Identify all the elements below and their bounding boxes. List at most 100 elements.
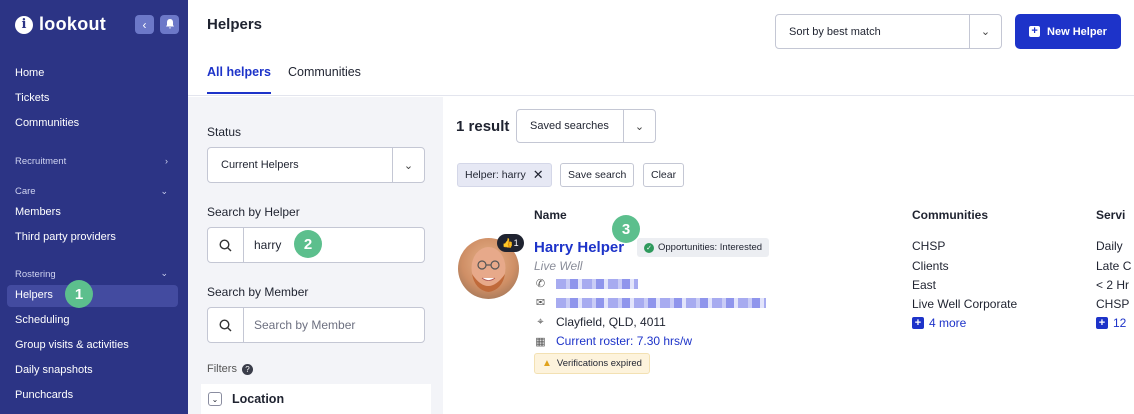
chevron-down-icon[interactable]: ⌄ (392, 148, 424, 182)
logo-text: lookout (39, 14, 107, 34)
plus-icon: + (1096, 317, 1108, 329)
sort-select-label: Sort by best match (789, 25, 881, 38)
filters-label: Filters (207, 363, 237, 375)
sidebar-section-rostering[interactable]: Rostering (15, 269, 56, 280)
helper-organisation: Live Well (534, 259, 583, 273)
sidebar-item-scheduling[interactable]: Scheduling (15, 314, 69, 326)
service-cell: < 2 Hr (1096, 278, 1130, 292)
community-cell: East (912, 278, 937, 292)
chevron-down-icon[interactable]: ⌄ (160, 268, 168, 279)
location-filter[interactable]: ⌄ Location (201, 384, 431, 414)
recommendation-badge: 👍 1 (497, 234, 524, 252)
status-text: Opportunities: Interested (658, 242, 763, 253)
search-icon (208, 228, 244, 262)
sidebar: i lookout ‹ Home Tickets Communities Rec… (0, 0, 188, 414)
annotation-badge-2: 2 (294, 230, 322, 258)
sidebar-item-tickets[interactable]: Tickets (15, 92, 49, 104)
column-header-communities[interactable]: Communities (912, 208, 988, 222)
communities-more-label: 4 more (929, 316, 967, 330)
service-cell: CHSP (1096, 297, 1130, 311)
status-label: Status (207, 125, 242, 139)
mail-icon: ✉ (535, 297, 546, 309)
helper-address-text: Clayfield, QLD, 4011 (556, 315, 666, 329)
plus-icon: + (912, 317, 924, 329)
chevron-down-icon[interactable]: ⌄ (208, 392, 222, 406)
sidebar-item-helpers[interactable]: Helpers (15, 289, 53, 301)
status-select[interactable]: Current Helpers ⌄ (207, 147, 425, 183)
tab-communities[interactable]: Communities (288, 65, 361, 79)
tab-all-helpers[interactable]: All helpers (207, 65, 271, 94)
search-helper-value: harry (254, 238, 282, 252)
filters-heading: Filters ? (207, 363, 253, 375)
sidebar-item-members[interactable]: Members (15, 206, 61, 218)
sort-select[interactable]: Sort by best match ⌄ (775, 14, 1002, 49)
services-more-link[interactable]: + 12 (1096, 316, 1126, 330)
chevron-right-icon[interactable]: › (165, 156, 168, 166)
warning-icon: ▲ (542, 358, 552, 369)
search-helper-label: Search by Helper (207, 205, 300, 219)
new-helper-label: New Helper (1047, 25, 1107, 38)
search-member-label: Search by Member (207, 285, 309, 299)
annotation-badge-1: 1 (65, 280, 93, 308)
chevron-down-icon[interactable]: ⌄ (969, 15, 1001, 48)
calendar-icon: ▦ (535, 335, 546, 348)
service-cell: Late C (1096, 259, 1132, 273)
sidebar-item-group-visits[interactable]: Group visits & activities (15, 339, 129, 351)
helper-email: ✉ (534, 296, 766, 309)
current-roster-link[interactable]: Current roster: 7.30 hrs/w (556, 334, 692, 348)
close-icon[interactable]: ✕ (533, 167, 544, 183)
sidebar-section-care[interactable]: Care (15, 186, 36, 197)
new-helper-button[interactable]: + New Helper (1015, 14, 1121, 49)
sidebar-item-communities[interactable]: Communities (15, 117, 79, 129)
check-icon: ✓ (644, 242, 654, 253)
logo-icon: i (15, 15, 33, 34)
search-member-input[interactable]: Search by Member (207, 307, 425, 343)
helper-name-link[interactable]: Harry Helper (534, 239, 624, 256)
communities-more-link[interactable]: + 4 more (912, 316, 966, 330)
saved-searches-label: Saved searches (530, 120, 609, 132)
search-icon (208, 308, 244, 342)
redacted-phone (556, 278, 638, 289)
community-cell: Live Well Corporate (912, 297, 1018, 311)
services-more-label: 12 (1113, 316, 1127, 330)
helper-roster: ▦ Current roster: 7.30 hrs/w (534, 334, 692, 348)
plus-icon: + (1029, 26, 1041, 37)
verification-badge: ▲ Verifications expired (534, 353, 650, 374)
filter-chip-label: Helper: harry (465, 169, 526, 181)
chevron-left-icon[interactable]: ‹ (135, 15, 154, 34)
status-badge: ✓ Opportunities: Interested (637, 238, 770, 257)
column-header-services[interactable]: Servi (1096, 208, 1125, 222)
community-cell: Clients (912, 259, 949, 273)
sidebar-item-home[interactable]: Home (15, 67, 44, 79)
logo[interactable]: i lookout (15, 14, 106, 35)
save-search-button[interactable]: Save search (560, 163, 635, 187)
results-panel: 1 result Saved searches ⌄ Helper: harry … (443, 97, 1134, 414)
sidebar-item-daily-snapshots[interactable]: Daily snapshots (15, 364, 93, 376)
verification-text: Verifications expired (556, 358, 642, 369)
annotation-badge-3: 3 (612, 215, 640, 243)
chevron-down-icon[interactable]: ⌄ (160, 186, 168, 197)
location-pin-icon: ⌖ (537, 315, 544, 328)
chevron-down-icon[interactable]: ⌄ (623, 110, 655, 142)
sidebar-item-third-party-providers[interactable]: Third party providers (15, 231, 116, 243)
clear-button[interactable]: Clear (643, 163, 685, 187)
phone-icon: ✆ (535, 278, 546, 290)
location-label: Location (232, 392, 285, 406)
redacted-email (556, 297, 766, 308)
saved-searches-select[interactable]: Saved searches ⌄ (516, 109, 656, 143)
filter-chip-helper[interactable]: Helper: harry ✕ (457, 163, 552, 187)
help-icon[interactable]: ? (241, 363, 253, 375)
bell-icon[interactable] (160, 15, 179, 34)
sidebar-item-punchcards[interactable]: Punchcards (15, 389, 73, 401)
page-header: Helpers All helpers Communities Sort by … (188, 0, 1134, 96)
thumbs-up-icon: 👍 (502, 237, 514, 248)
column-header-name[interactable]: Name (534, 208, 567, 222)
results-count: 1 result (456, 118, 510, 135)
search-member-placeholder: Search by Member (254, 318, 356, 332)
status-select-value: Current Helpers (221, 159, 299, 171)
service-cell: Daily (1096, 239, 1123, 253)
recommendation-count: 1 (513, 238, 519, 248)
sidebar-section-recruitment[interactable]: Recruitment (15, 156, 66, 167)
helper-phone: ✆ (534, 277, 638, 290)
page-title: Helpers (207, 16, 263, 33)
